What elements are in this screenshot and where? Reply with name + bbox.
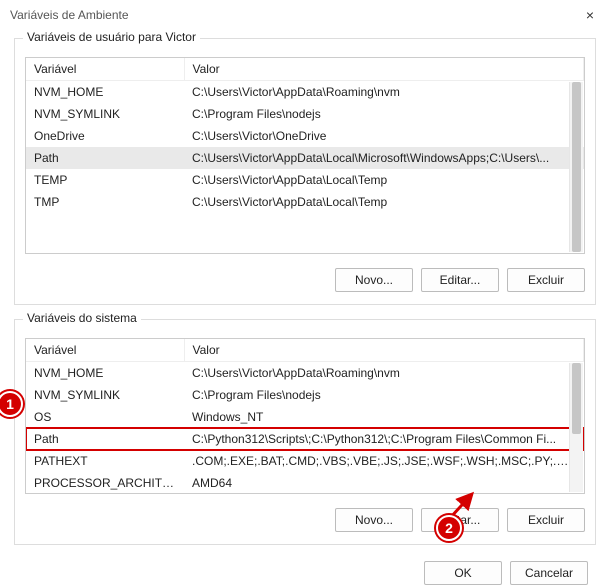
table-row[interactable]: PROCESSOR_ARCHITECTUREAMD64 [26, 472, 584, 494]
var-name: OS [26, 406, 184, 428]
table-row[interactable]: PATHEXT.COM;.EXE;.BAT;.CMD;.VBS;.VBE;.JS… [26, 450, 584, 472]
system-buttons: Novo... Editar... Excluir [25, 508, 585, 532]
var-name: TEMP [26, 169, 184, 191]
var-name: Path [26, 147, 184, 169]
cancel-button[interactable]: Cancelar [510, 561, 588, 585]
scroll-thumb[interactable] [572, 363, 581, 434]
var-value: Windows_NT [184, 406, 584, 428]
scroll-thumb[interactable] [572, 82, 581, 252]
var-name: NVM_HOME [26, 81, 184, 104]
col-variable[interactable]: Variável [26, 58, 184, 81]
system-vars-table[interactable]: Variável Valor NVM_HOMEC:\Users\Victor\A… [26, 339, 584, 494]
var-value: .COM;.EXE;.BAT;.CMD;.VBS;.VBE;.JS;.JSE;.… [184, 450, 584, 472]
table-row[interactable]: PathC:\Users\Victor\AppData\Local\Micros… [26, 147, 584, 169]
var-name: OneDrive [26, 125, 184, 147]
system-table-wrap: Variável Valor NVM_HOMEC:\Users\Victor\A… [25, 338, 585, 494]
table-row[interactable]: PathC:\Python312\Scripts\;C:\Python312\;… [26, 428, 584, 450]
var-name: NVM_SYMLINK [26, 384, 184, 406]
dialog-buttons: OK Cancelar [0, 561, 588, 585]
user-buttons: Novo... Editar... Excluir [25, 268, 585, 292]
system-group-legend: Variáveis do sistema [23, 311, 141, 325]
window-title: Variáveis de Ambiente [10, 8, 129, 22]
user-vars-table[interactable]: Variável Valor NVM_HOMEC:\Users\Victor\A… [26, 58, 584, 213]
new-button[interactable]: Novo... [335, 508, 413, 532]
table-row[interactable]: TMPC:\Users\Victor\AppData\Local\Temp [26, 191, 584, 213]
var-value: C:\Users\Victor\AppData\Roaming\nvm [184, 81, 584, 104]
table-row[interactable]: OneDriveC:\Users\Victor\OneDrive [26, 125, 584, 147]
var-value: C:\Users\Victor\AppData\Roaming\nvm [184, 362, 584, 385]
scrollbar[interactable] [569, 82, 583, 252]
titlebar: Variáveis de Ambiente × [0, 0, 610, 30]
col-variable[interactable]: Variável [26, 339, 184, 362]
edit-button[interactable]: Editar... [421, 268, 499, 292]
var-value: C:\Users\Victor\AppData\Local\Temp [184, 169, 584, 191]
var-value: C:\Users\Victor\OneDrive [184, 125, 584, 147]
var-value: C:\Python312\Scripts\;C:\Python312\;C:\P… [184, 428, 584, 450]
ok-button[interactable]: OK [424, 561, 502, 585]
table-row[interactable]: NVM_SYMLINKC:\Program Files\nodejs [26, 384, 584, 406]
new-button[interactable]: Novo... [335, 268, 413, 292]
var-value: C:\Program Files\nodejs [184, 103, 584, 125]
close-icon[interactable]: × [580, 7, 600, 23]
user-table-wrap: Variável Valor NVM_HOMEC:\Users\Victor\A… [25, 57, 585, 254]
var-name: TMP [26, 191, 184, 213]
var-name: NVM_SYMLINK [26, 103, 184, 125]
var-name: NVM_HOME [26, 362, 184, 385]
table-row[interactable]: NVM_HOMEC:\Users\Victor\AppData\Roaming\… [26, 362, 584, 385]
col-value[interactable]: Valor [184, 58, 584, 81]
annotation-badge-2: 2 [436, 515, 462, 541]
user-group-legend: Variáveis de usuário para Victor [23, 30, 200, 44]
var-value: AMD64 [184, 472, 584, 494]
var-name: PATHEXT [26, 450, 184, 472]
scrollbar[interactable] [569, 363, 583, 492]
delete-button[interactable]: Excluir [507, 508, 585, 532]
system-vars-group: Variáveis do sistema Variável Valor NVM_… [14, 319, 596, 545]
var-name: Path [26, 428, 184, 450]
var-value: C:\Program Files\nodejs [184, 384, 584, 406]
table-row[interactable]: NVM_HOMEC:\Users\Victor\AppData\Roaming\… [26, 81, 584, 104]
var-value: C:\Users\Victor\AppData\Local\Temp [184, 191, 584, 213]
table-row[interactable]: NVM_SYMLINKC:\Program Files\nodejs [26, 103, 584, 125]
user-vars-group: Variáveis de usuário para Victor Variáve… [14, 38, 596, 305]
table-row[interactable]: OSWindows_NT [26, 406, 584, 428]
var-name: PROCESSOR_ARCHITECTURE [26, 472, 184, 494]
var-value: C:\Users\Victor\AppData\Local\Microsoft\… [184, 147, 584, 169]
col-value[interactable]: Valor [184, 339, 584, 362]
table-row[interactable]: TEMPC:\Users\Victor\AppData\Local\Temp [26, 169, 584, 191]
delete-button[interactable]: Excluir [507, 268, 585, 292]
